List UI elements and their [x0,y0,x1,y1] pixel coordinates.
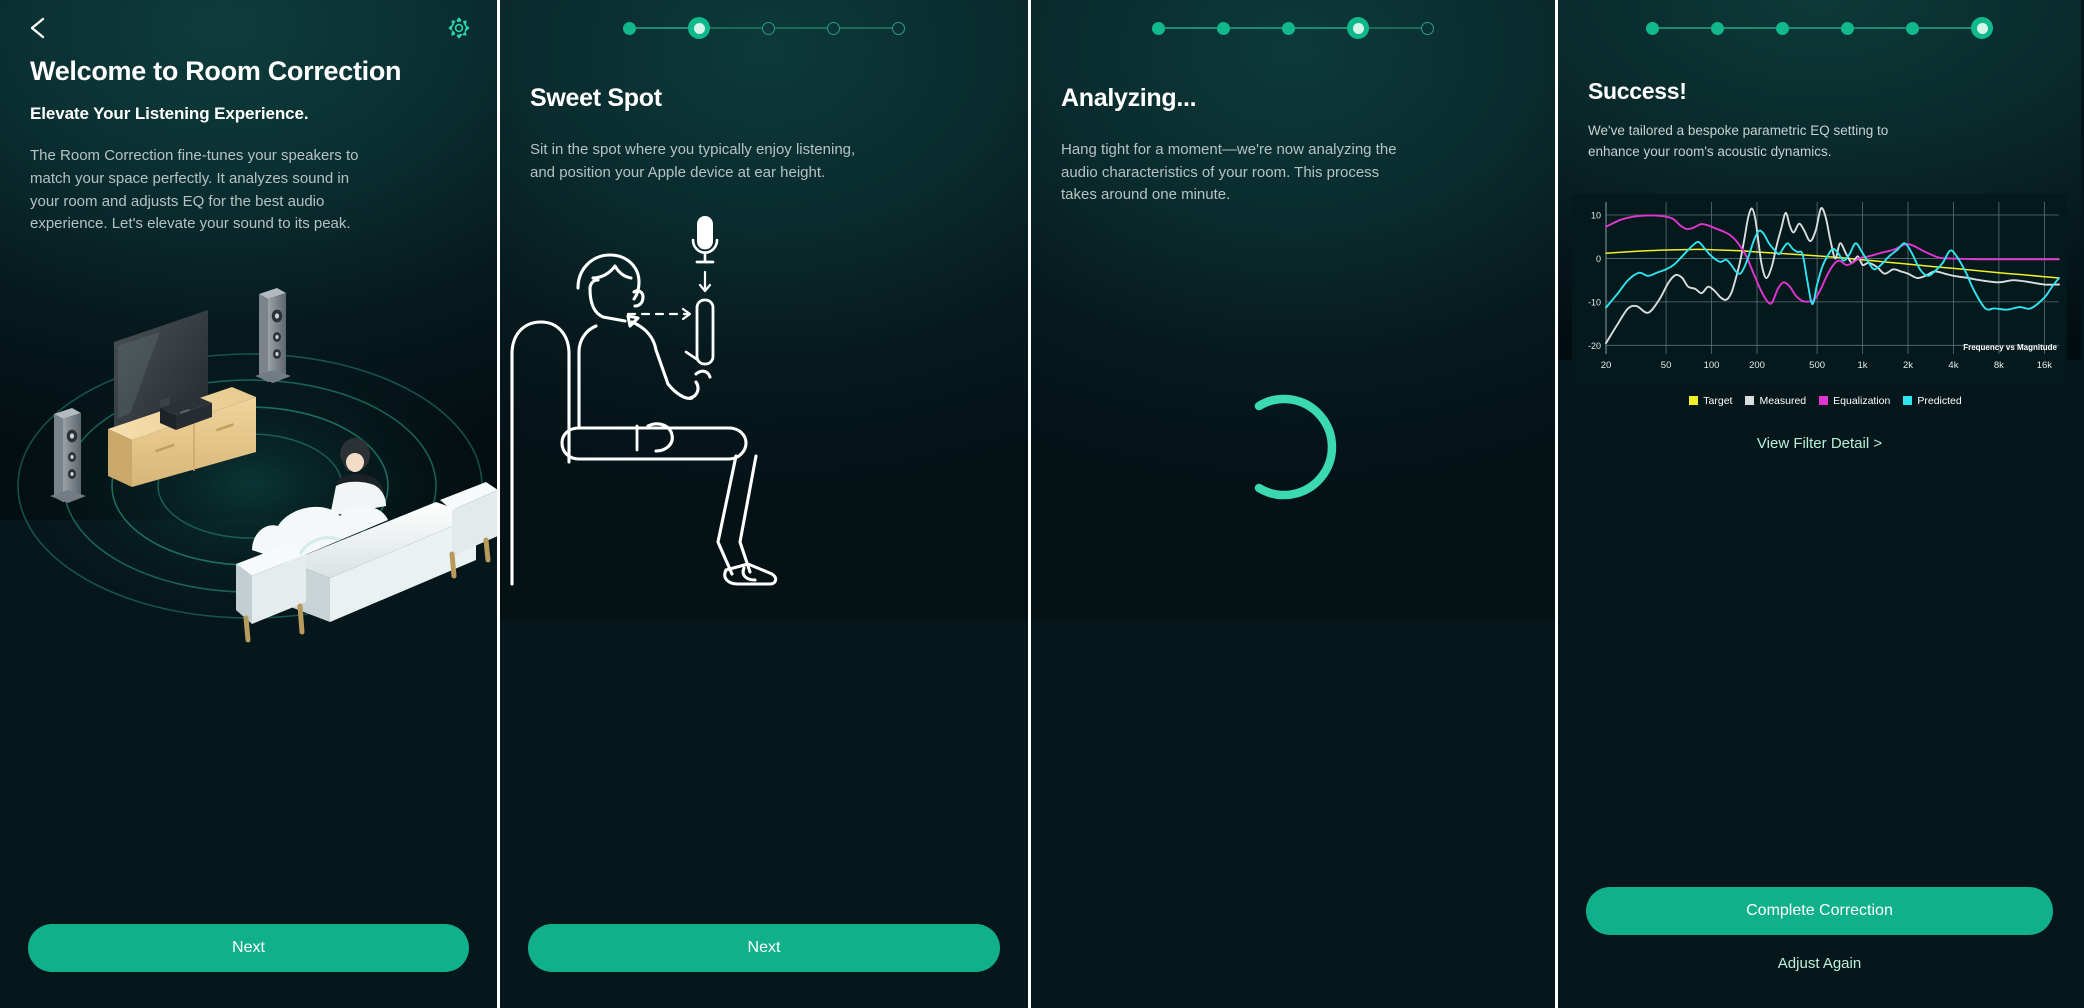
step-dot-6-active[interactable] [1971,17,1993,39]
page-title: Success! [1588,78,1687,104]
next-button[interactable]: Next [528,924,1000,972]
welcome-footer: Next [0,924,497,1008]
legend-item-measured: Measured [1745,395,1806,407]
step-dot-4[interactable] [1841,21,1854,35]
step-line-5 [1919,27,1971,29]
welcome-content: Welcome to Room Correction Elevate Your … [0,56,497,236]
sweet-spot-footer: Next [500,924,1028,1008]
chart-xtick-label: 500 [1809,360,1825,371]
view-filter-detail-link[interactable]: View Filter Detail > [1558,435,2081,452]
chart-xtick-label: 4k [1948,360,1958,371]
frequency-response-chart: 10 0 -10 -20 20 50 100 200 500 1k 2k 4k 8k 16k Frequen… [1572,193,2067,407]
page-description: Hang tight for a moment—we're now analyz… [1061,140,1397,204]
page-description: The Room Correction fine-tunes your spea… [30,147,359,233]
onboarding-screens: Welcome to Room Correction Elevate Your … [0,0,2084,1008]
isometric-living-room-illustration [0,254,497,659]
next-button[interactable]: Next [28,924,469,972]
legend-label-equalization: Equalization [1833,394,1891,407]
chart-ytick-label: 10 [1591,210,1601,220]
step-dot-2[interactable] [1217,21,1230,35]
chart-background [1572,193,2067,384]
chart-ytick-label: 0 [1596,254,1601,264]
page-title: Sweet Spot [530,84,662,112]
legend-swatch-measured [1745,396,1755,406]
step-line-4 [840,27,892,29]
step-dot-4[interactable] [827,21,840,35]
legend-swatch-equalization [1819,396,1829,406]
gear-icon[interactable] [447,16,471,40]
legend-swatch-target [1689,396,1699,406]
step-line-1 [636,27,688,29]
step-line-2 [710,27,762,29]
chart-legend: Target Measured Equalization Predicted [1572,395,2067,407]
page-description: We've tailored a bespoke parametric EQ s… [1588,123,1889,159]
screen-sweet-spot: Sweet Spot Sit in the spot where you typ… [500,0,1031,1008]
legend-item-target: Target [1689,395,1732,407]
progress-stepper [1031,0,1555,56]
chart-xtick-label: 2k [1903,360,1913,371]
chart-xtick-label: 16k [2037,360,2053,371]
chart-xtick-label: 50 [1661,360,1672,371]
spinner-arc-icon [1254,394,1337,500]
progress-stepper [1558,0,2081,56]
analyzing-content: Analyzing... Hang tight for a moment—we'… [1031,56,1555,207]
chart-title: Frequency vs Magnitude [1963,343,2057,352]
legend-swatch-predicted [1903,396,1913,406]
step-dot-5[interactable] [1421,21,1434,35]
step-dot-3[interactable] [762,21,775,35]
step-dot-2[interactable] [1711,21,1724,35]
step-line-3 [1789,27,1841,29]
step-dot-2-active[interactable] [688,17,710,39]
step-dot-5[interactable] [1906,21,1919,35]
complete-correction-button[interactable]: Complete Correction [1586,887,2053,935]
chart-xtick-label: 100 [1704,360,1720,371]
step-line-1 [1165,27,1217,29]
step-dot-1[interactable] [1646,21,1659,35]
step-dot-4-active[interactable] [1347,17,1369,39]
chart-ytick-label: -10 [1588,297,1601,307]
chart-xtick-label: 1k [1858,360,1868,371]
seated-listener-illustration [500,204,1028,599]
screen-welcome: Welcome to Room Correction Elevate Your … [0,0,500,1008]
legend-label-measured: Measured [1759,394,1807,407]
chart-xtick-label: 200 [1749,360,1765,371]
legend-item-predicted: Predicted [1903,394,1962,407]
legend-label-target: Target [1703,394,1733,407]
page-description: Sit in the spot where you typically enjo… [530,140,856,181]
sweet-spot-content: Sweet Spot Sit in the spot where you typ… [500,56,1028,184]
welcome-topbar [0,0,497,56]
step-line-4 [1854,27,1906,29]
page-title: Analyzing... [1061,84,1197,112]
chart-ytick-label: -20 [1588,341,1601,351]
legend-label-predicted: Predicted [1917,394,1962,407]
legend-item-equalization: Equalization [1819,395,1890,407]
step-dot-3[interactable] [1282,21,1295,35]
success-content: Success! We've tailored a bespoke parame… [1558,56,2081,162]
step-line-1 [1659,27,1711,29]
step-dot-5[interactable] [892,21,905,35]
page-subtitle: Elevate Your Listening Experience. [30,104,309,124]
screen-analyzing: Analyzing... Hang tight for a moment—we'… [1031,0,1558,1008]
step-line-3 [1295,27,1347,29]
screen-success: Success! We've tailored a bespoke parame… [1558,0,2081,1008]
success-footer: Complete Correction Adjust Again [1558,887,2081,1008]
step-line-2 [1230,27,1282,29]
chart-xtick-label: 8k [1994,360,2004,371]
progress-stepper [500,0,1028,56]
step-line-2 [1724,27,1776,29]
step-dot-1[interactable] [623,21,636,35]
chart-xtick-label: 20 [1601,360,1612,371]
step-dot-1[interactable] [1152,21,1165,35]
step-line-3 [775,27,827,29]
step-line-4 [1369,27,1421,29]
adjust-again-button[interactable]: Adjust Again [1586,955,2053,972]
chevron-left-icon[interactable] [26,15,50,41]
loading-spinner [1031,387,1555,507]
step-dot-3[interactable] [1776,21,1789,35]
page-title: Welcome to Room Correction [30,56,402,86]
